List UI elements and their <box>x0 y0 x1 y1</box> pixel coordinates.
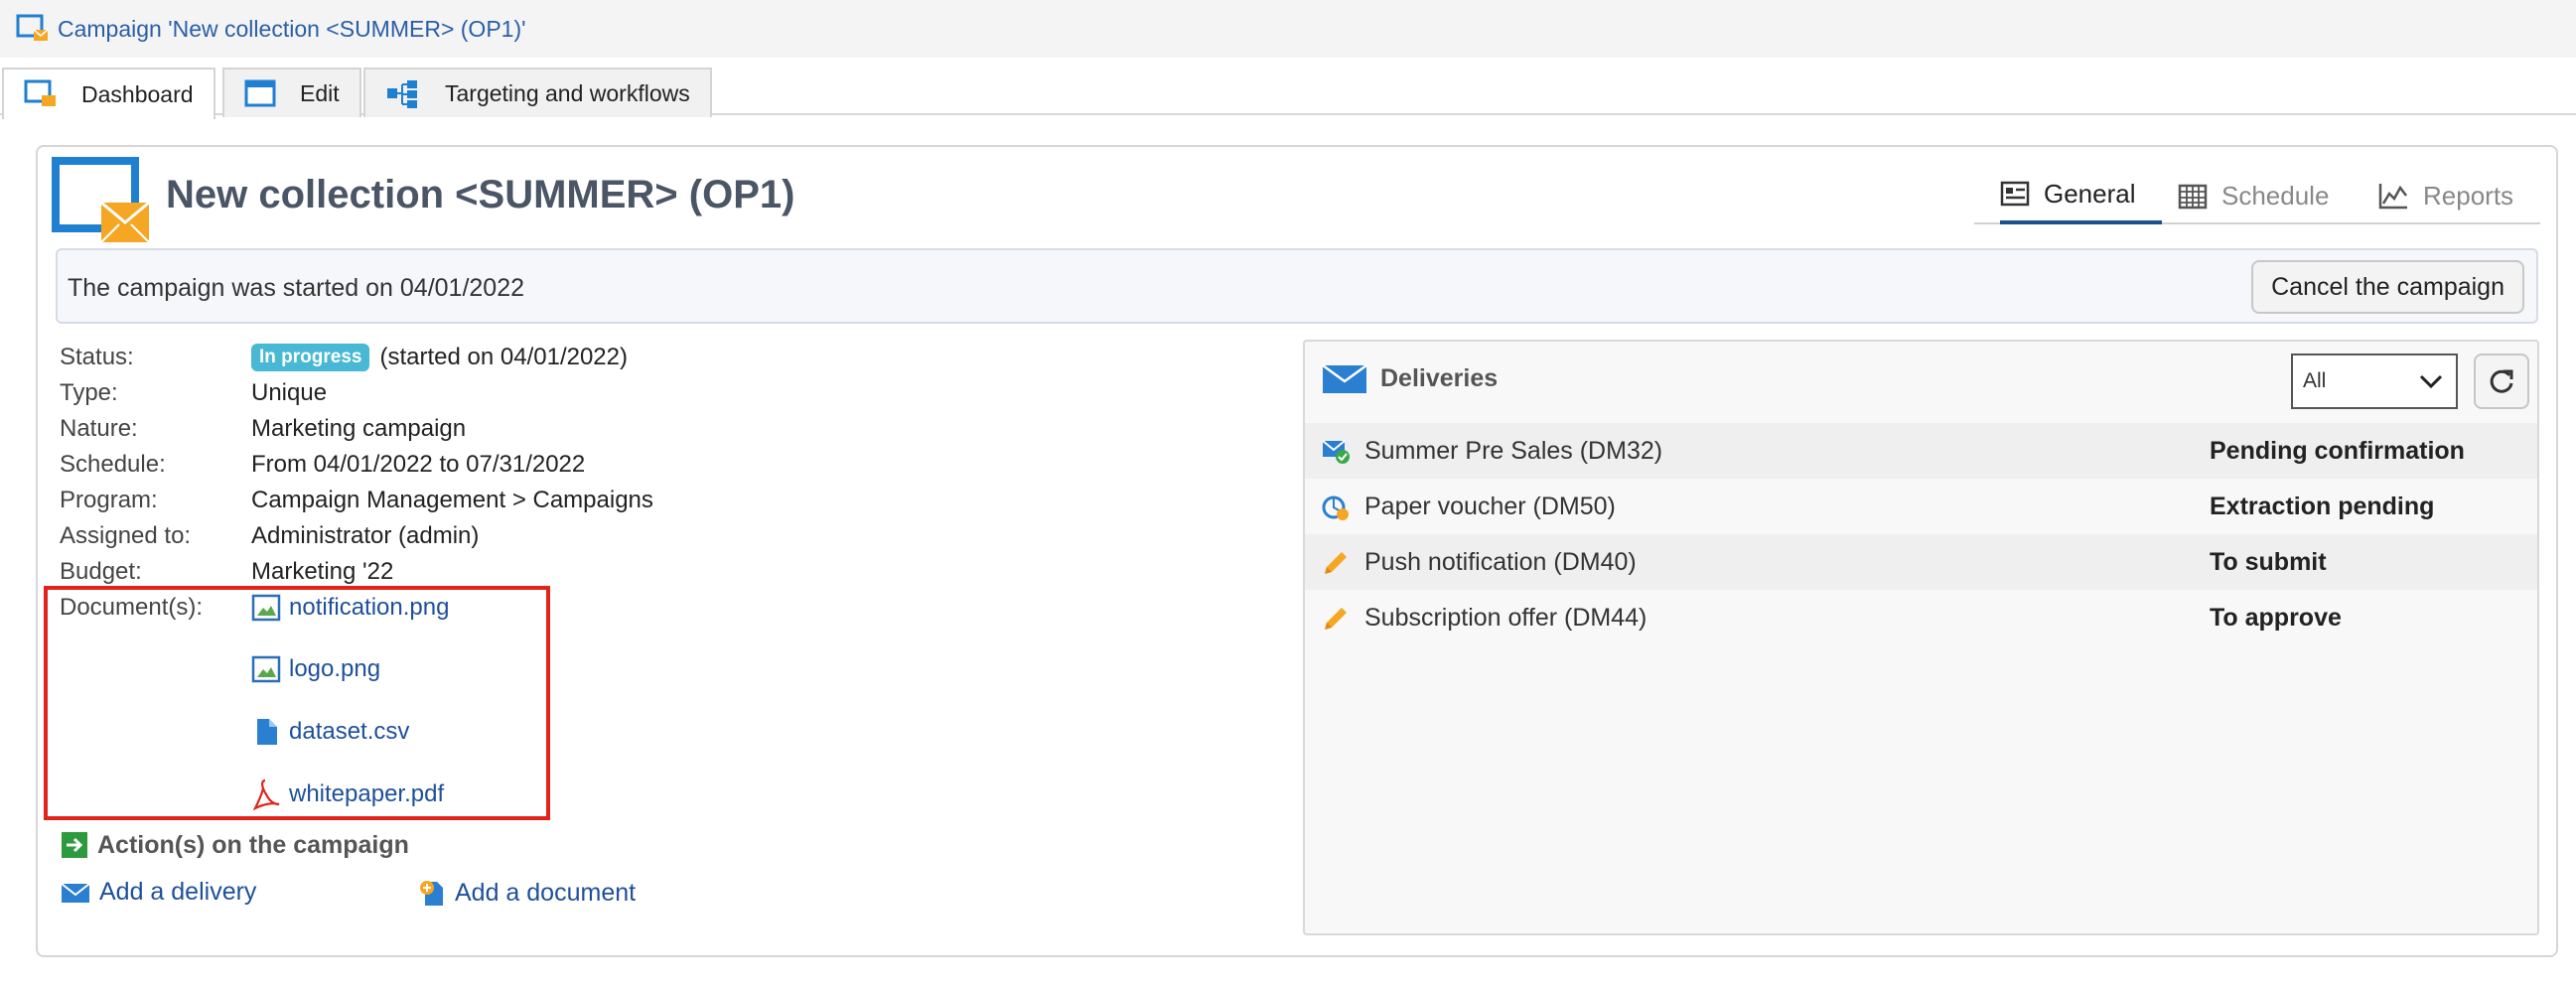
general-icon <box>2000 181 2030 207</box>
window-title: Campaign 'New collection <SUMMER> (OP1)' <box>58 15 526 42</box>
delivery-status: Pending confirmation <box>2210 437 2465 465</box>
delivery-status: Extraction pending <box>2210 493 2435 520</box>
document-link-dataset[interactable]: dataset.csv <box>251 717 409 747</box>
image-file-icon <box>251 655 281 683</box>
tab-dashboard-label: Dashboard <box>81 80 194 107</box>
tab-general[interactable]: General <box>2000 167 2162 224</box>
delivery-name: Subscription offer (DM44) <box>1364 604 1647 632</box>
campaign-icon <box>52 157 150 243</box>
deliveries-heading-label: Deliveries <box>1380 363 1499 392</box>
delivery-name: Paper voucher (DM50) <box>1364 493 1616 520</box>
edit-window-icon <box>244 79 276 107</box>
tab-dashboard[interactable]: Dashboard <box>2 68 215 119</box>
tab-reports-label: Reports <box>2423 180 2514 211</box>
email-icon <box>61 882 90 903</box>
budget-value: Marketing '22 <box>251 558 394 585</box>
delivery-name: Summer Pre Sales (DM32) <box>1364 437 1663 465</box>
campaign-icon <box>16 14 49 41</box>
delivery-row[interactable]: Subscription offer (DM44) To approve <box>1305 590 2537 645</box>
tab-edit-label: Edit <box>300 79 340 106</box>
image-file-icon <box>251 594 281 622</box>
delivery-row[interactable]: Paper voucher (DM50) Extraction pending <box>1305 479 2537 534</box>
tab-edit[interactable]: Edit <box>222 68 361 117</box>
tab-targeting-label: Targeting and workflows <box>445 79 690 106</box>
pencil-icon <box>1325 552 1347 574</box>
tab-schedule-label: Schedule <box>2221 180 2330 211</box>
campaign-info-bar: The campaign was started on 04/01/2022 C… <box>56 248 2538 324</box>
document-link-whitepaper[interactable]: whitepaper.pdf <box>251 778 444 810</box>
document-link-logo[interactable]: logo.png <box>251 655 380 683</box>
tab-general-label: General <box>2044 178 2136 209</box>
add-delivery-link[interactable]: Add a delivery <box>60 878 256 907</box>
deliveries-filter-select[interactable]: All <box>2291 353 2458 409</box>
document-name: notification.png <box>289 594 450 621</box>
actions-heading: Action(s) on the campaign <box>60 830 409 860</box>
document-name: whitepaper.pdf <box>289 780 445 807</box>
program-label: Program: <box>60 487 158 513</box>
nature-label: Nature: <box>60 415 138 442</box>
tab-strip: Dashboard Edit Targeting and workflows <box>0 58 2576 119</box>
status-badge: In progress <box>251 344 370 371</box>
page-title: New collection <SUMMER> (OP1) <box>166 173 795 216</box>
document-name: logo.png <box>289 655 381 682</box>
dashboard-icon <box>24 79 56 106</box>
actions-heading-label: Action(s) on the campaign <box>97 830 409 859</box>
calendar-icon <box>2178 184 2208 210</box>
add-document-icon <box>420 881 443 906</box>
chevron-down-icon <box>2419 374 2443 389</box>
deliveries-heading: Deliveries <box>1321 361 1498 395</box>
tab-targeting[interactable]: Targeting and workflows <box>363 68 712 117</box>
add-document-link[interactable]: Add a document <box>417 878 636 908</box>
pdf-icon <box>252 778 280 810</box>
workflow-icon <box>387 80 417 108</box>
email-check-icon <box>1322 440 1350 464</box>
document-name: dataset.csv <box>289 718 410 745</box>
action-arrow-icon <box>62 832 87 858</box>
type-value: Unique <box>251 379 328 406</box>
document-link-notification[interactable]: notification.png <box>251 594 449 622</box>
chart-line-icon <box>2378 184 2407 210</box>
delivery-status: To submit <box>2210 548 2327 576</box>
email-icon <box>1322 363 1367 393</box>
program-link[interactable]: Campaign Management > Campaigns <box>251 487 653 514</box>
campaign-started-message: The campaign was started on 04/01/2022 <box>68 274 525 302</box>
window-titlebar: Campaign 'New collection <SUMMER> (OP1)' <box>0 0 2576 58</box>
pencil-icon <box>1325 608 1347 630</box>
add-delivery-label: Add a delivery <box>99 878 257 906</box>
deliveries-filter-value: All <box>2303 369 2327 392</box>
delivery-row[interactable]: Push notification (DM40) To submit <box>1305 534 2537 590</box>
view-tabs: General Schedule Reports <box>1974 167 2540 224</box>
delivery-row[interactable]: Summer Pre Sales (DM32) Pending confirma… <box>1305 423 2537 479</box>
direct-mail-icon <box>1322 495 1349 520</box>
delivery-name: Push notification (DM40) <box>1364 548 1637 576</box>
refresh-icon <box>2490 369 2513 393</box>
cancel-campaign-button[interactable]: Cancel the campaign <box>2251 260 2524 314</box>
budget-label: Budget: <box>60 558 142 585</box>
schedule-value: From 04/01/2022 to 07/31/2022 <box>251 451 586 478</box>
assigned-value: Administrator (admin) <box>251 522 480 549</box>
file-icon <box>257 719 277 745</box>
add-document-label: Add a document <box>455 878 637 907</box>
delivery-status: To approve <box>2210 604 2342 632</box>
status-value: (started on 04/01/2022) <box>379 344 628 370</box>
deliveries-panel: Deliveries All Summer Pre Sales (DM32) P… <box>1303 340 2539 935</box>
schedule-label: Schedule: <box>60 451 166 478</box>
tab-schedule[interactable]: Schedule <box>2178 167 2329 224</box>
nature-value: Marketing campaign <box>251 415 467 442</box>
assigned-label: Assigned to: <box>60 522 192 549</box>
refresh-button[interactable] <box>2474 353 2529 409</box>
type-label: Type: <box>60 379 118 406</box>
status-label: Status: <box>60 344 134 370</box>
tab-reports[interactable]: Reports <box>2377 167 2513 224</box>
